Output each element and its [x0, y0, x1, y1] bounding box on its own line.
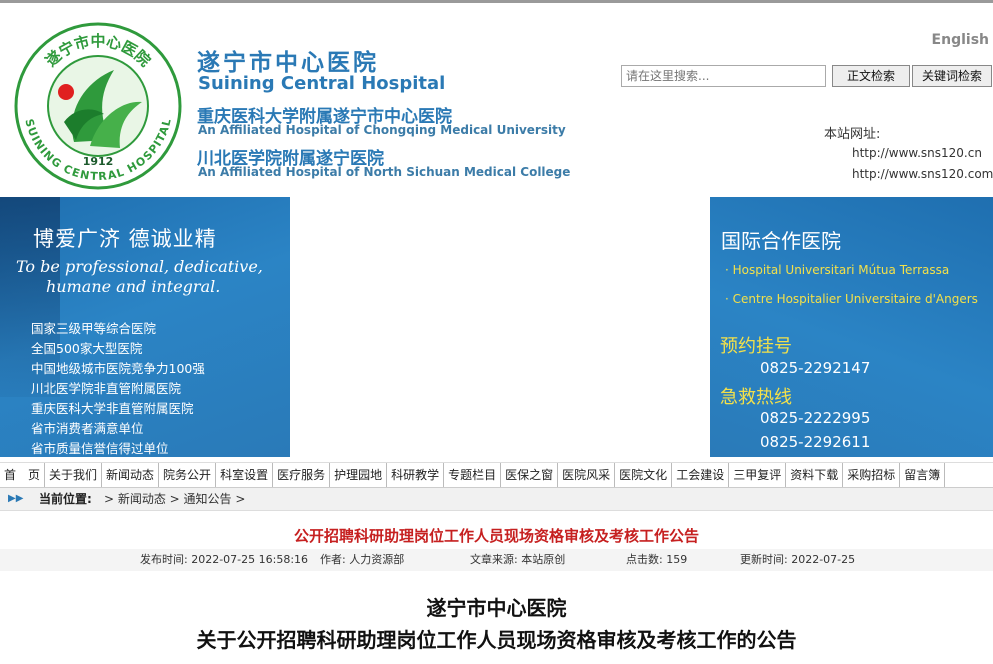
- slogan-en-line: humane and integral.: [46, 277, 221, 296]
- hospital-slogan-en: To be professional, dedicative, humane a…: [16, 257, 286, 297]
- fulltext-search-button[interactable]: 正文检索: [832, 65, 910, 87]
- update-time: 更新时间: 2022-07-25: [740, 553, 856, 566]
- keyword-search-button[interactable]: 关键词检索: [912, 65, 992, 87]
- nav-item-insurance[interactable]: 医保之窗: [501, 463, 559, 487]
- nav-item-gallery[interactable]: 医院风采: [558, 463, 616, 487]
- document-subheading: 关于公开招聘科研助理岗位工作人员现场资格审核及考核工作的公告: [196, 628, 797, 652]
- banner-left: 博爱广济 德诚业精 To be professional, dedicative…: [0, 197, 290, 457]
- hospital-name-en: Suining Central Hospital: [198, 73, 446, 94]
- nav-item-nursing[interactable]: 护理园地: [330, 463, 388, 487]
- nav-item-departments[interactable]: 科室设置: [216, 463, 274, 487]
- emergency-phone: 0825-2222995: [760, 409, 871, 427]
- nav-item-procurement[interactable]: 采购招标: [843, 463, 901, 487]
- emergency-phone: 0825-2292611: [760, 433, 871, 451]
- source: 文章来源: 本站原创: [470, 553, 566, 566]
- nav-item-topics[interactable]: 专题栏目: [444, 463, 502, 487]
- honor-item: 重庆医科大学非直管附属医院: [31, 401, 194, 416]
- nav-item-culture[interactable]: 医院文化: [615, 463, 673, 487]
- breadcrumb: ▶▶ 当前位置: > 新闻动态 > 通知公告 >: [0, 488, 993, 511]
- affiliation2-en: An Affiliated Hospital of North Sichuan …: [198, 165, 571, 179]
- slogan-en-line: To be professional, dedicative,: [16, 257, 263, 276]
- honors-list: 国家三级甲等综合医院 全国500家大型医院 中国地级城市医院竞争力100强 川北…: [31, 319, 205, 457]
- nav-item-union[interactable]: 工会建设: [672, 463, 730, 487]
- publish-time: 发布时间: 2022-07-25 16:58:16: [140, 553, 309, 566]
- nav-item-research[interactable]: 科研教学: [387, 463, 445, 487]
- breadcrumb-label: 当前位置:: [39, 492, 92, 506]
- document-heading: 遂宁市中心医院: [426, 596, 567, 620]
- banner-right: 国际合作医院 · Hospital Universitari Mútua Ter…: [710, 197, 993, 457]
- nav-item-downloads[interactable]: 资料下载: [786, 463, 844, 487]
- hospital-slogan: 博爱广济 德诚业精: [33, 227, 217, 251]
- emergency-label: 急救热线: [720, 387, 792, 408]
- nav-item-services[interactable]: 医疗服务: [273, 463, 331, 487]
- nav-item-review[interactable]: 三甲复评: [729, 463, 787, 487]
- honor-item: 省市质量信誉信得过单位: [31, 441, 169, 456]
- nav-item-about[interactable]: 关于我们: [45, 463, 103, 487]
- nav-item-home[interactable]: 首 页: [0, 463, 46, 487]
- honor-item: 全国500家大型医院: [31, 341, 143, 356]
- article-title: 公开招聘科研助理岗位工作人员现场资格审核及考核工作公告: [293, 527, 699, 545]
- honor-item: 川北医学院非直管附属医院: [31, 381, 182, 396]
- appointment-phone: 0825-2292147: [760, 359, 871, 377]
- appointment-label: 预约挂号: [720, 336, 792, 357]
- site-url-label: 本站网址:: [824, 127, 881, 142]
- hospital-logo-icon[interactable]: 遂宁市中心医院 SUINING CENTRAL HOSPITAL 1912: [14, 22, 182, 190]
- top-divider: [0, 0, 993, 3]
- main-nav: 首 页 关于我们 新闻动态 院务公开 科室设置 医疗服务 护理园地 科研教学 专…: [0, 462, 993, 488]
- hospital-name-cn: 遂宁市中心医院: [197, 50, 379, 76]
- click-count: 点击数: 159: [626, 553, 688, 566]
- svg-text:1912: 1912: [83, 155, 114, 168]
- honor-item: 国家三级甲等综合医院: [31, 321, 157, 336]
- honor-item: 中国地级城市医院竞争力100强: [31, 361, 205, 376]
- site-url-link[interactable]: http://www.sns120.com: [852, 167, 993, 181]
- article-meta: 发布时间: 2022-07-25 16:58:16 作者: 人力资源部 文章来源…: [0, 549, 993, 571]
- partner-hospital-link[interactable]: · Centre Hospitalier Universitaire d'Ang…: [725, 292, 978, 306]
- breadcrumb-path[interactable]: > 新闻动态 > 通知公告 >: [104, 488, 245, 510]
- intl-partners-title: 国际合作医院: [721, 229, 841, 253]
- author: 作者: 人力资源部: [320, 553, 405, 566]
- honor-item: 省市消费者满意单位: [31, 421, 144, 436]
- nav-item-affairs[interactable]: 院务公开: [159, 463, 217, 487]
- affiliation1-en: An Affiliated Hospital of Chongqing Medi…: [198, 123, 566, 137]
- search-input[interactable]: [621, 65, 826, 87]
- nav-item-news[interactable]: 新闻动态: [102, 463, 160, 487]
- nav-item-guestbook[interactable]: 留言簿: [900, 463, 946, 487]
- double-arrow-icon: ▶▶: [8, 493, 24, 504]
- partner-hospital-link[interactable]: · Hospital Universitari Mútua Terrassa: [725, 263, 949, 277]
- site-url-link[interactable]: http://www.sns120.cn: [852, 146, 982, 160]
- english-link[interactable]: English: [932, 32, 989, 48]
